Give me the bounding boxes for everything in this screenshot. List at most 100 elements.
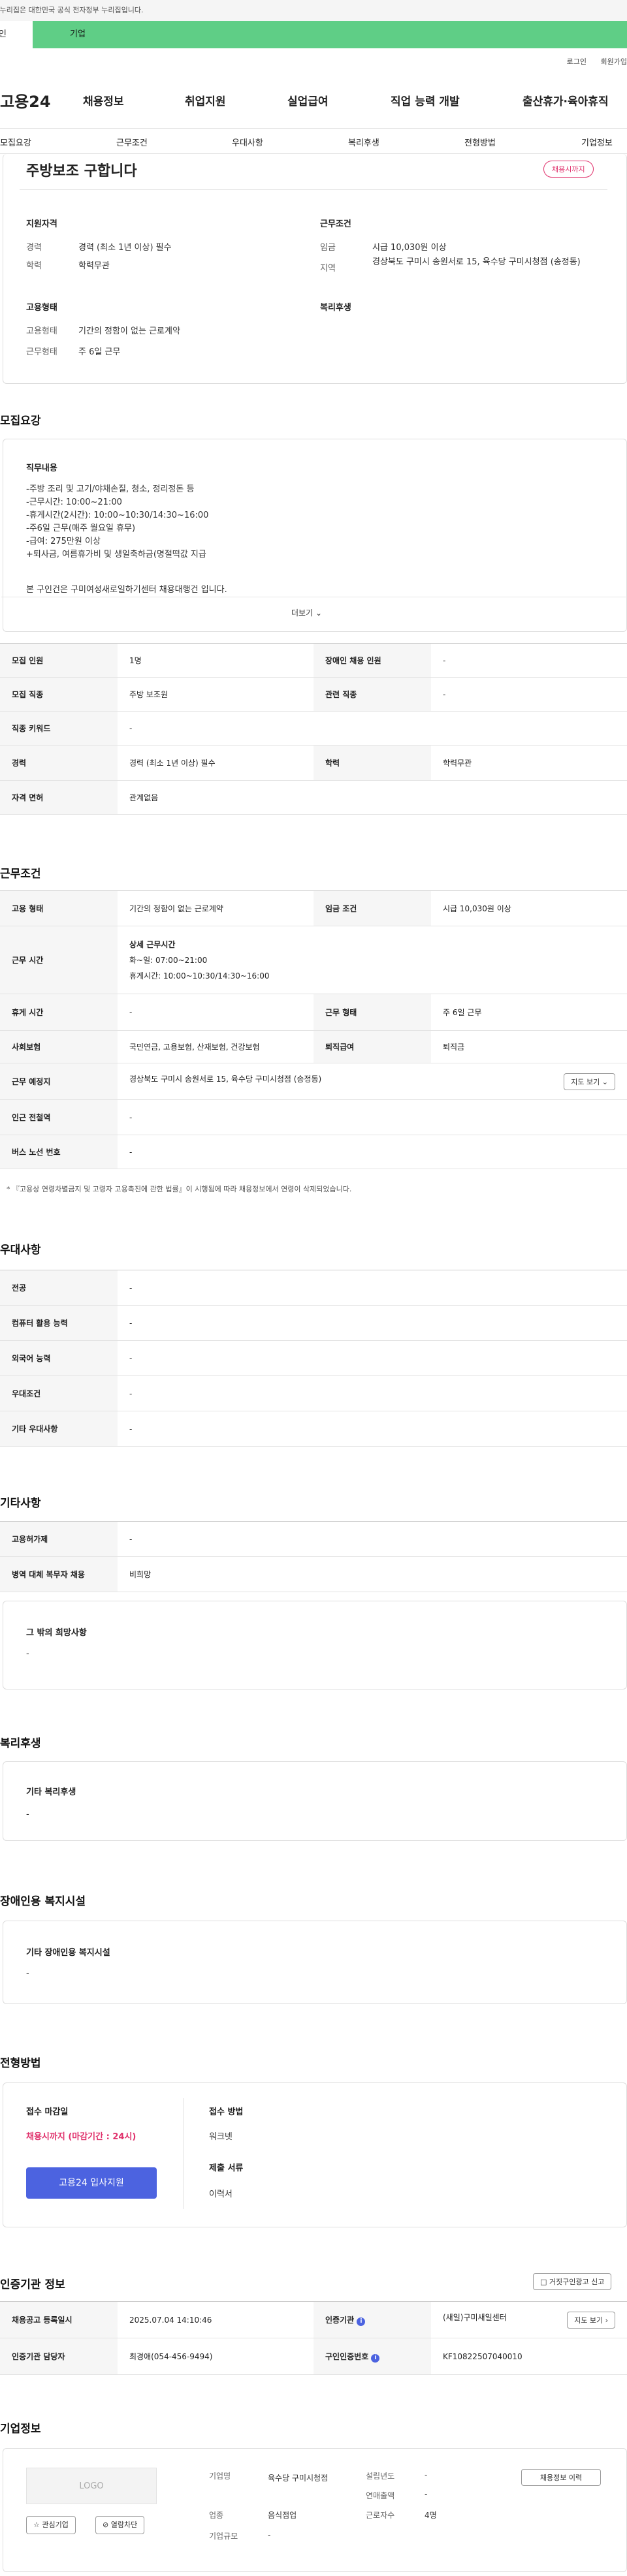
- cell-header: 채용공고 등록일시: [0, 2301, 118, 2338]
- info-icon[interactable]: i: [357, 2317, 366, 2326]
- subnav-company[interactable]: 기업정보: [581, 136, 613, 148]
- cell-header: 자격 면허: [0, 780, 118, 815]
- company-section-title: 기업정보: [0, 2423, 41, 2436]
- more-label: 더보기: [291, 608, 314, 618]
- cell-header: 인증기관 i: [314, 2301, 431, 2338]
- qual-title: 지원자격: [26, 219, 57, 229]
- cell-value: -: [118, 1135, 627, 1169]
- gnb-item-jobs[interactable]: 채용정보: [83, 92, 124, 108]
- cell-header: 버스 노선 번호: [0, 1135, 118, 1169]
- cell-value: (새일)구미새일센터 지도 보기 ›: [431, 2301, 627, 2338]
- cell-header: 장애인 채용 인원: [314, 643, 431, 678]
- job-line: -근무시간: 10:00~21:00: [26, 497, 122, 507]
- cell-value: 기간의 정함이 없는 근로계약: [118, 890, 314, 926]
- summary-divider: [20, 189, 607, 190]
- company-card: [3, 2448, 627, 2572]
- career-label: 경력: [26, 243, 42, 253]
- industry-value: 음식점업: [268, 2511, 297, 2520]
- org-map-button[interactable]: 지도 보기 ›: [567, 2311, 615, 2329]
- table-row: 직종 키워드 -: [0, 711, 627, 746]
- more-button[interactable]: 더보기 ⌄: [291, 607, 322, 618]
- table-row: 고용 형태 기간의 정함이 없는 근로계약 임금 조건 시급 10,030원 이…: [0, 890, 627, 926]
- table-row: 자격 면허 관계없음: [0, 780, 627, 815]
- gnb-item-parental-leave[interactable]: 출산휴가·육아휴직: [522, 92, 609, 108]
- gnb-item-employment-support[interactable]: 취업지원: [185, 92, 226, 108]
- company-name-value: 육수당 구미시청점: [268, 2474, 329, 2483]
- pref-table: 전공 - 컴퓨터 활용 능력 - 외국어 능력 - 우대조건 - 기타 우대사항 -: [0, 1270, 627, 1447]
- org-value: (새일)구미새일센터: [443, 2312, 507, 2322]
- pref-section-title: 우대사항: [0, 1244, 41, 1257]
- gnb-item-vocational-training[interactable]: 직업 능력 개발: [391, 92, 460, 108]
- cell-header: 근무 시간: [0, 926, 118, 994]
- cell-value: -: [118, 1305, 627, 1341]
- etc-table: 고용허가제 - 병역 대체 복무자 채용 비희망: [0, 1521, 627, 1592]
- cell-value: 경력 (최소 1년 이상) 필수: [118, 745, 314, 781]
- table-row: 모집 직종 주방 보조원 관련 직종 -: [0, 677, 627, 712]
- job-title: 주방보조 구합니다: [26, 163, 137, 180]
- hope-card: [3, 1601, 627, 1689]
- table-row: 병역 대체 복무자 채용 비희망: [0, 1556, 627, 1592]
- subnav-welfare[interactable]: 복리후생: [348, 136, 379, 148]
- info-icon[interactable]: i: [371, 2353, 380, 2363]
- table-row: 근무 예정지 경상북도 구미시 송원서로 15, 육수당 구미시청점 (송정동)…: [0, 1063, 627, 1100]
- tab-personal[interactable]: 개인: [0, 21, 33, 48]
- cert-label: 구인인증번호: [325, 2351, 369, 2361]
- subnav-work[interactable]: 근무조건: [116, 136, 148, 148]
- gnb-item-unemployment-benefit[interactable]: 실업급여: [287, 92, 329, 108]
- star-icon: ☆: [33, 2521, 40, 2529]
- gov-banner: 이 누리집은 대한민국 공식 전자정부 누리집입니다.: [0, 0, 627, 21]
- cell-value: 비희망: [118, 1556, 627, 1592]
- cell-value: -: [118, 711, 627, 746]
- subnav-selection[interactable]: 전형방법: [464, 136, 496, 148]
- map-view-button[interactable]: 지도 보기 ⌄: [564, 1073, 615, 1090]
- login-link[interactable]: 로그인: [567, 57, 587, 66]
- cell-value: -: [118, 1099, 627, 1135]
- company-size-label: 기업규모: [209, 2532, 238, 2541]
- cell-value: 시급 10,030원 이상: [431, 890, 627, 926]
- worktype-value: 주 6일 근무: [78, 347, 121, 357]
- cell-value: KF10822507040010: [431, 2338, 627, 2375]
- recruit-section-title: 모집요강: [0, 415, 41, 428]
- chevron-down-icon: ⌄: [602, 1077, 608, 1086]
- subnav-recruit[interactable]: 모집요강: [0, 136, 31, 148]
- cell-value: -: [118, 1375, 627, 1411]
- cell-header: 경력: [0, 745, 118, 781]
- welfare-card: [3, 1761, 627, 1841]
- cell-header: 사회보험: [0, 1030, 118, 1063]
- table-row: 우대조건 -: [0, 1375, 627, 1411]
- cell-header: 직종 키워드: [0, 711, 118, 746]
- company-size-value: -: [268, 2530, 271, 2539]
- warning-icon: □: [540, 2278, 547, 2286]
- apply-button[interactable]: 고용24 입사지원: [26, 2167, 157, 2199]
- block-icon: ⊘: [103, 2521, 109, 2529]
- hiring-history-button[interactable]: 채용정보 이력: [521, 2469, 601, 2486]
- emp-title: 고용형태: [26, 303, 57, 313]
- table-row: 사회보험 국민연금, 고용보험, 산재보험, 건강보험 퇴직급여 퇴직금: [0, 1030, 627, 1063]
- cell-header: 인증기관 담당자: [0, 2338, 118, 2375]
- subnav-preference[interactable]: 우대사항: [232, 136, 263, 148]
- cell-header: 학력: [314, 745, 431, 781]
- cell-value: -: [118, 1411, 627, 1447]
- block-button[interactable]: ⊘ 열람차단: [95, 2516, 145, 2534]
- disabled-card: [3, 1921, 627, 2004]
- tab-company[interactable]: 기업: [33, 21, 627, 48]
- block-label: 열람차단: [110, 2521, 138, 2529]
- cell-header: 퇴직급여: [314, 1030, 431, 1063]
- welfare-summary-title: 복리후생: [320, 303, 351, 313]
- table-row: 기타 우대사항 -: [0, 1411, 627, 1447]
- method-value: 워크넷: [209, 2132, 233, 2142]
- table-row: 버스 노선 번호 -: [0, 1135, 627, 1169]
- site-logo[interactable]: 고용24: [0, 89, 51, 112]
- join-link[interactable]: 회원가입: [601, 57, 627, 66]
- cell-header: 기타 우대사항: [0, 1411, 118, 1447]
- emptype-value: 기간의 정함이 없는 근로계약: [78, 326, 180, 336]
- cell-value: 학력무관: [431, 745, 627, 781]
- favorite-company-button[interactable]: ☆ 관심기업: [26, 2516, 76, 2534]
- welfare-value: -: [26, 1810, 29, 1819]
- job-line: -주방 조리 및 고기/야채손질, 청소, 정리정돈 등: [26, 484, 195, 494]
- page: 이 누리집은 대한민국 공식 전자정부 누리집입니다. 개인 기업 로그인 회원…: [0, 0, 627, 2576]
- job-content-lines: -주방 조리 및 고기/야채손질, 청소, 정리정돈 등 -근무시간: 10:0…: [26, 483, 208, 561]
- employees-label: 근로자수: [366, 2511, 395, 2520]
- hope-title: 그 밖의 희망사항: [26, 1628, 87, 1638]
- report-button[interactable]: □ 거짓구인광고 신고: [533, 2273, 612, 2290]
